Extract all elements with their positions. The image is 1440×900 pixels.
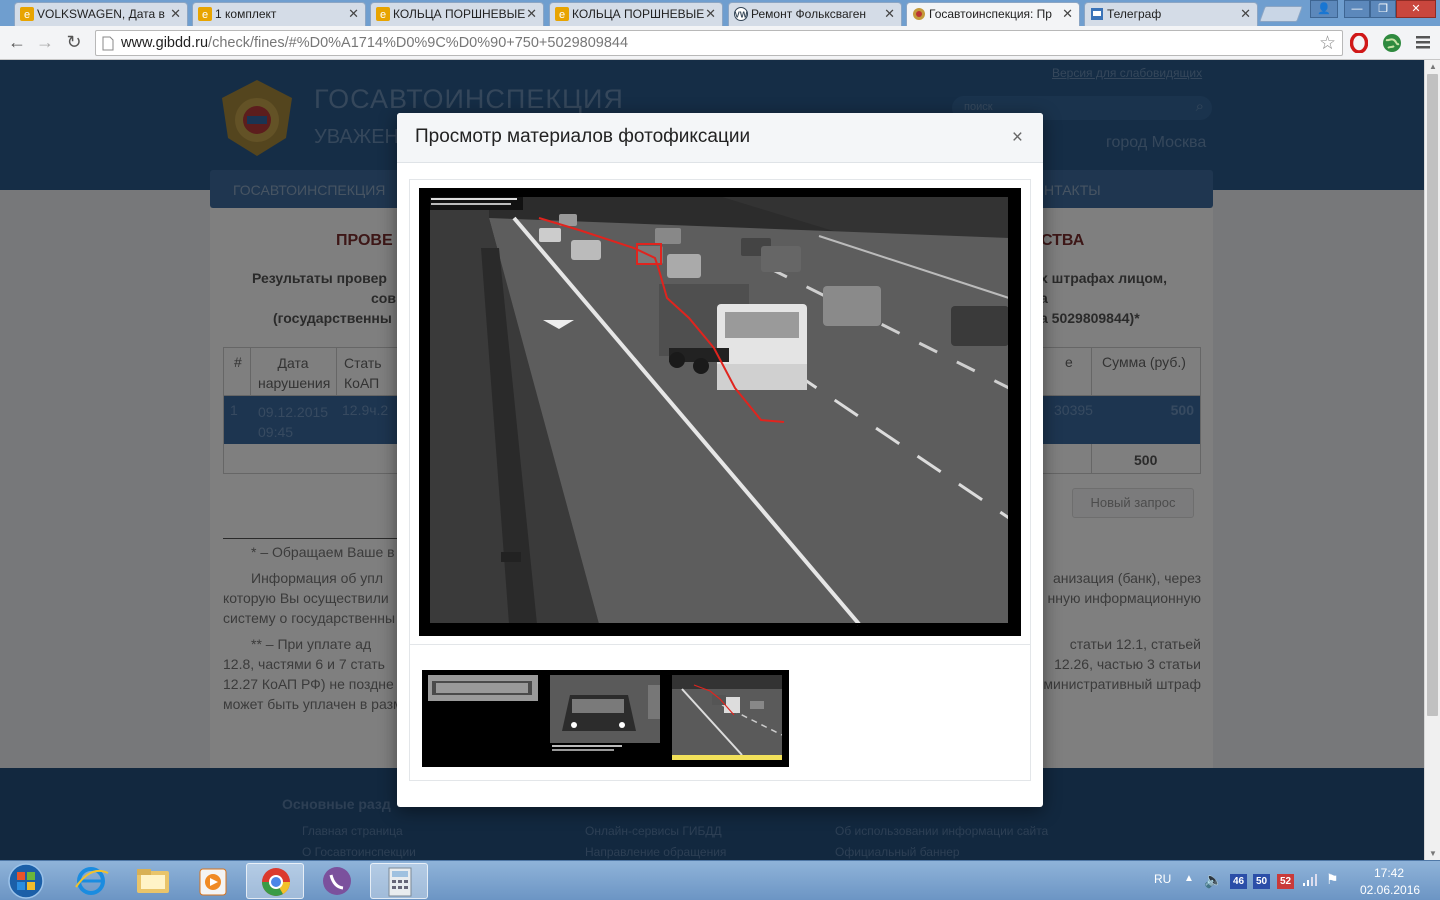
page-viewport: ГОСАВТОИНСПЕКЦИЯ УВАЖЕН Версия для слабо… <box>0 60 1424 860</box>
ie-icon: e <box>198 7 212 21</box>
back-icon[interactable]: ← <box>6 31 28 53</box>
calculator-icon <box>388 867 412 897</box>
taskbar-calculator[interactable] <box>370 863 428 899</box>
vw-icon: VW <box>734 7 748 21</box>
taskbar-media[interactable] <box>184 863 242 899</box>
user-icon[interactable]: 👤 <box>1310 0 1338 18</box>
window-close-button[interactable]: ✕ <box>1396 0 1436 18</box>
chrome-icon <box>262 868 290 896</box>
minimize-button[interactable]: — <box>1344 0 1370 18</box>
svg-text:e: e <box>559 9 565 21</box>
maximize-button[interactable]: ❐ <box>1370 0 1396 18</box>
globe-icon[interactable] <box>1382 33 1402 53</box>
tab-label: Ремонт Фольксваген <box>751 7 867 21</box>
close-icon[interactable]: × <box>1012 127 1023 149</box>
viber-icon <box>323 867 351 895</box>
close-tab-icon[interactable]: ✕ <box>1062 3 1073 25</box>
page-scrollbar[interactable]: ▲ ▼ <box>1424 60 1440 860</box>
tab-remont[interactable]: VW Ремонт Фольксваген ✕ <box>728 2 902 26</box>
volume-icon[interactable]: 🔈 <box>1204 871 1223 889</box>
url-domain: www.gibdd.ru <box>121 35 209 51</box>
windows-taskbar: RU ▲ 🔈 46 50 52 ⚑ 17:42 02.06.2016 <box>0 860 1440 900</box>
tab-label: Госавтоинспекция: Пр <box>929 7 1052 21</box>
tray-badge-50[interactable]: 50 <box>1253 874 1270 889</box>
ie-icon: e <box>20 7 34 21</box>
tab-label: КОЛЬЦА ПОРШНЕВЫЕ <box>393 7 526 21</box>
close-tab-icon[interactable]: ✕ <box>705 3 716 25</box>
tab-komplekt[interactable]: e 1 комплект ✕ <box>192 2 366 26</box>
url-text[interactable]: www.gibdd.ru/check/fines/#%D0%A1714%D0%9… <box>121 35 628 51</box>
close-tab-icon[interactable]: ✕ <box>884 3 895 25</box>
network-icon[interactable] <box>1302 873 1318 887</box>
modal-body <box>409 179 1031 781</box>
road-thumbnail[interactable] <box>672 675 782 761</box>
gibdd-icon <box>912 7 926 21</box>
tab-telegraph[interactable]: Телеграф ✕ <box>1084 2 1258 26</box>
taskbar-explorer[interactable] <box>124 863 182 899</box>
ie-icon: e <box>555 7 569 21</box>
svg-text:e: e <box>24 9 30 21</box>
modal-header: Просмотр материалов фотофиксации × <box>397 113 1043 163</box>
page-icon <box>102 36 114 51</box>
start-button[interactable] <box>6 862 46 900</box>
scroll-up-icon[interactable]: ▲ <box>1429 62 1437 71</box>
ie-icon <box>75 867 109 895</box>
car-thumbnail[interactable] <box>550 675 660 753</box>
tab-label: VOLKSWAGEN, Дата в <box>37 7 165 21</box>
language-indicator[interactable]: RU <box>1154 872 1171 886</box>
modal-title: Просмотр материалов фотофиксации <box>415 126 751 147</box>
tab-koltsa-2[interactable]: e КОЛЬЦА ПОРШНЕВЫЕ ✕ <box>549 2 723 26</box>
opera-icon[interactable] <box>1350 33 1368 53</box>
tray-badge-46[interactable]: 46 <box>1230 874 1247 889</box>
clock-time[interactable]: 17:42 <box>1374 866 1404 880</box>
violation-photo <box>419 188 1021 636</box>
svg-text:e: e <box>202 9 208 21</box>
bookmark-star-icon[interactable]: ☆ <box>1319 32 1336 55</box>
thumbnail-selected-indicator <box>672 755 782 760</box>
close-tab-icon[interactable]: ✕ <box>348 3 359 25</box>
scrollbar-thumb[interactable] <box>1427 74 1438 716</box>
tab-label: КОЛЬЦА ПОРШНЕВЫЕ <box>572 7 705 21</box>
thumbnail-strip <box>422 670 789 767</box>
reload-icon[interactable]: ↻ <box>63 31 85 53</box>
svg-text:VW: VW <box>735 11 748 20</box>
new-tab-button[interactable] <box>1259 6 1303 22</box>
tab-koltsa-1[interactable]: e КОЛЬЦА ПОРШНЕВЫЕ ✕ <box>370 2 544 26</box>
tab-label: 1 комплект <box>215 7 277 21</box>
tray-expand-icon[interactable]: ▲ <box>1184 873 1194 884</box>
tray-badge-52[interactable]: 52 <box>1277 874 1294 889</box>
close-tab-icon[interactable]: ✕ <box>1240 3 1251 25</box>
taskbar-ie[interactable] <box>62 863 120 899</box>
media-player-icon <box>199 868 227 896</box>
url-path: /check/fines/#%D0%A1714%D0%9C%D0%90+750+… <box>208 35 629 51</box>
svg-text:e: e <box>380 9 386 21</box>
close-tab-icon[interactable]: ✕ <box>526 3 537 25</box>
browser-toolbar: ← → ↻ www.gibdd.ru/check/fines/#%D0%A171… <box>0 26 1440 60</box>
scroll-down-icon[interactable]: ▼ <box>1429 849 1437 858</box>
folder-icon <box>137 869 169 893</box>
photo-modal: Просмотр материалов фотофиксации × <box>397 113 1043 807</box>
action-center-flag-icon[interactable]: ⚑ <box>1326 871 1339 888</box>
tab-gibdd[interactable]: Госавтоинспекция: Пр ✕ <box>906 2 1080 26</box>
ie-icon: e <box>376 7 390 21</box>
telegraph-icon <box>1090 7 1104 21</box>
taskbar-viber[interactable] <box>308 863 366 899</box>
clock-date[interactable]: 02.06.2016 <box>1360 883 1420 897</box>
forward-icon[interactable]: → <box>34 31 56 53</box>
close-tab-icon[interactable]: ✕ <box>170 3 181 25</box>
address-bar[interactable]: www.gibdd.ru/check/fines/#%D0%A1714%D0%9… <box>95 30 1343 56</box>
taskbar-chrome[interactable] <box>246 863 304 899</box>
tab-label: Телеграф <box>1107 7 1162 21</box>
tab-volkswagen[interactable]: e VOLKSWAGEN, Дата в ✕ <box>14 2 188 26</box>
browser-tab-strip: e VOLKSWAGEN, Дата в ✕ e 1 комплект ✕ e … <box>0 0 1440 26</box>
plate-thumbnail[interactable] <box>428 675 538 701</box>
menu-icon[interactable] <box>1416 35 1430 49</box>
